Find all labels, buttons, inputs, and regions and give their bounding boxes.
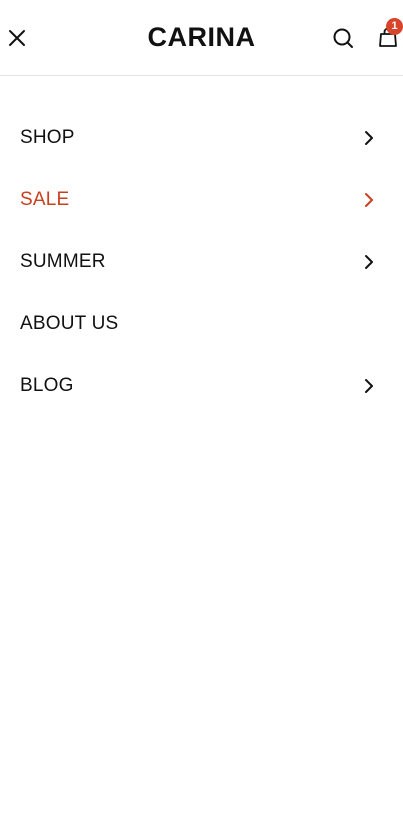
search-button[interactable] xyxy=(331,26,355,50)
menu-item-shop[interactable]: SHOP xyxy=(0,107,403,169)
search-icon xyxy=(333,28,353,48)
mobile-menu-page: CARINA 1 SHOP SALE SUMMER ABOUT US BLOG xyxy=(0,0,403,813)
chevron-right-icon[interactable] xyxy=(360,253,378,271)
menu-item-label: SUMMER xyxy=(20,251,106,272)
menu-item-blog[interactable]: BLOG xyxy=(0,355,403,417)
chevron-right-icon[interactable] xyxy=(360,377,378,395)
cart-count-badge: 1 xyxy=(386,18,403,35)
menu-item-label: SHOP xyxy=(20,127,75,148)
menu-item-about-us[interactable]: ABOUT US xyxy=(0,293,403,355)
menu-item-label: SALE xyxy=(20,189,70,210)
menu-item-summer[interactable]: SUMMER xyxy=(0,231,403,293)
menu-item-sale[interactable]: SALE xyxy=(0,169,403,231)
header: CARINA 1 xyxy=(0,0,403,76)
menu-item-label: ABOUT US xyxy=(20,313,119,334)
nav-menu: SHOP SALE SUMMER ABOUT US BLOG xyxy=(0,107,403,417)
menu-item-label: BLOG xyxy=(20,375,74,396)
chevron-right-icon[interactable] xyxy=(360,191,378,209)
chevron-right-icon[interactable] xyxy=(360,129,378,147)
